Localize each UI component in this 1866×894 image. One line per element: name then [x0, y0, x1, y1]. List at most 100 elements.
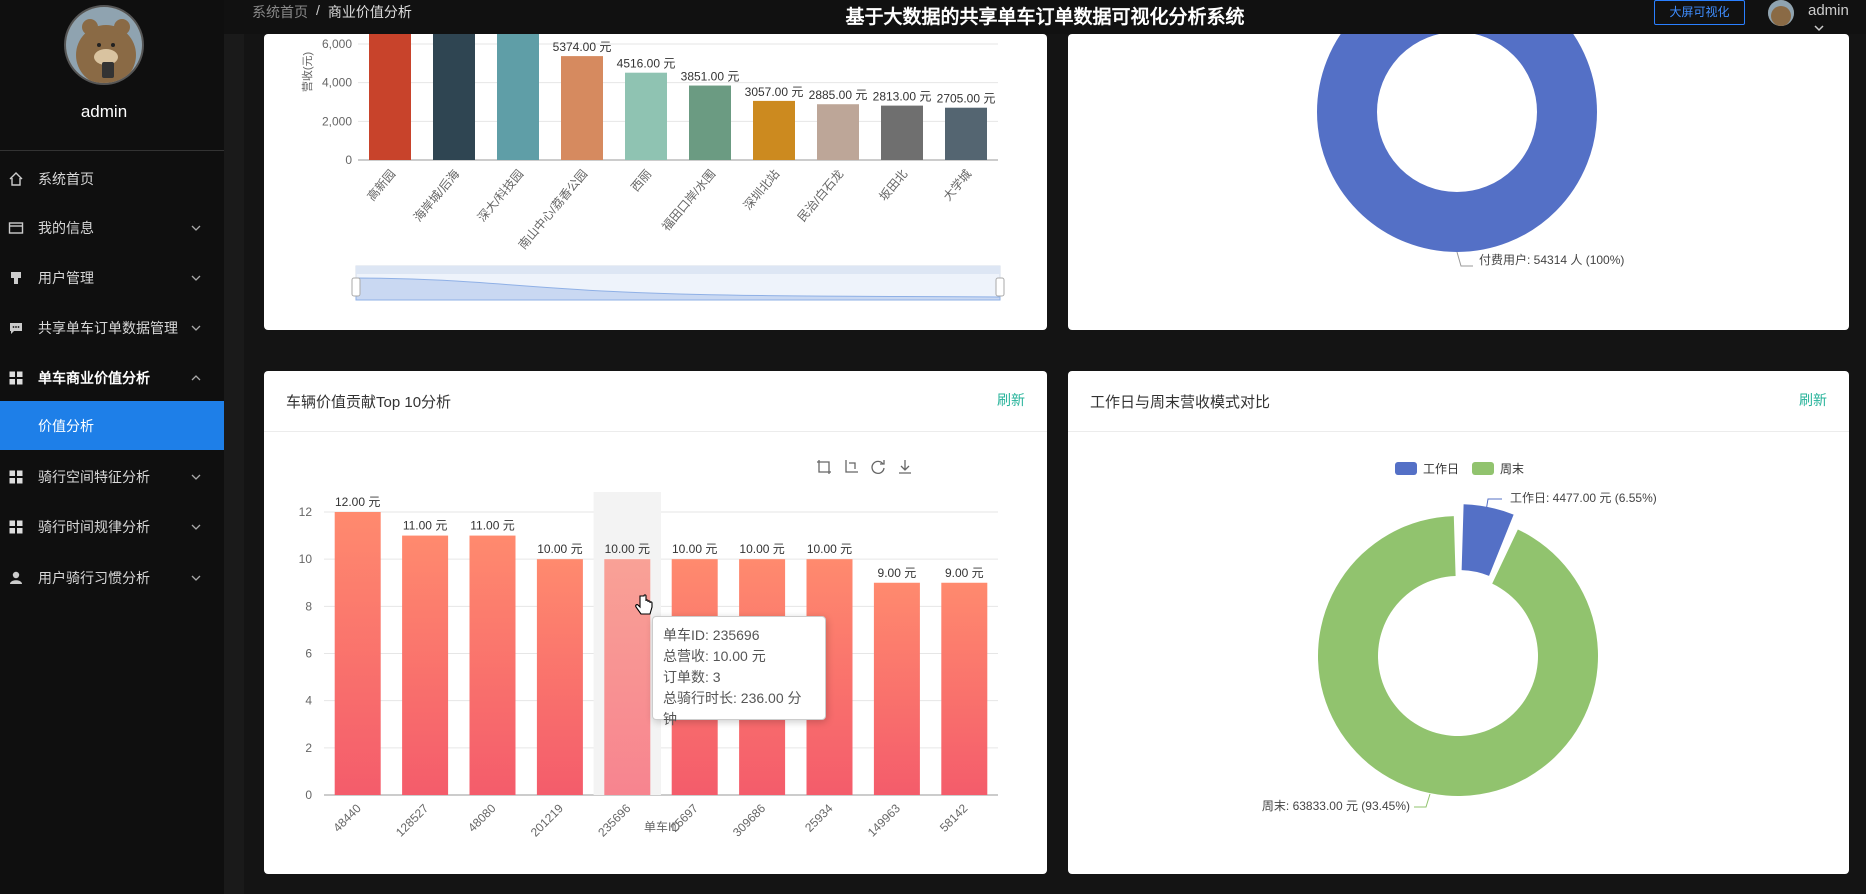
home-icon [8, 171, 24, 187]
data-label: 9.00 元 [878, 566, 917, 580]
x-tick-label: 58142 [937, 801, 971, 835]
donut [1317, 34, 1597, 252]
bar [334, 512, 381, 795]
bar [369, 34, 411, 160]
x-tick-label: 深大/科技园 [475, 167, 526, 225]
chevron-down-icon [190, 271, 202, 283]
bar [625, 72, 667, 160]
bigscreen-button[interactable]: 大屏可视化 [1654, 0, 1745, 25]
data-label: 5374.00 元 [553, 40, 612, 54]
x-tick-label: 25934 [802, 801, 836, 835]
sidebar-item-2[interactable]: 用户管理 [0, 253, 224, 303]
data-label: 10.00 元 [739, 542, 784, 556]
data-label: 3057.00 元 [745, 85, 804, 99]
sidebar-item-6[interactable]: 骑行空间特征分析 [0, 452, 224, 502]
restore-icon[interactable] [871, 460, 885, 474]
zoom-icon[interactable] [817, 460, 831, 474]
sidebar-item-label: 用户管理 [38, 270, 94, 286]
profile-icon [8, 220, 24, 236]
header-avatar[interactable] [1768, 0, 1794, 26]
x-tick-label: 高新园 [364, 166, 399, 203]
bar [881, 105, 923, 160]
sidebar-item-7[interactable]: 骑行时间规律分析 [0, 502, 224, 552]
user-manage-icon [8, 270, 24, 286]
legend-label: 工作日 [1423, 462, 1459, 476]
weekday-weekend-chart: 工作日 周末工作日: 4477.00 元 (6.55%) 周末: 63833.00 … [1262, 462, 1657, 813]
bar [433, 34, 475, 160]
legend-label: 周末 [1500, 462, 1524, 476]
tooltip-line: 总营收: 10.00 元 [663, 648, 766, 664]
sidebar-item-4[interactable]: 单车商业价值分析 [0, 353, 224, 403]
y-tick-label: 0 [305, 788, 312, 802]
chevron-down-icon [190, 520, 202, 532]
data-label: 11.00 元 [470, 519, 514, 533]
avatar[interactable] [64, 5, 144, 85]
weekday-weekend-card: 工作日与周末营收模式对比 刷新 工作日 周末 工作日: 4477.00 元 (6.5… [1068, 371, 1849, 874]
data-label: 10.00 元 [672, 542, 717, 556]
sidebar-item-5[interactable]: 价值分析 [0, 401, 224, 450]
data-label: 4516.00 元 [617, 57, 676, 71]
label-line [1414, 793, 1431, 808]
y-tick-label: 2 [305, 741, 312, 755]
datazoom-left-handle [351, 277, 361, 297]
x-tick-label: 民治/白石龙 [794, 166, 846, 224]
data-label: 3851.00 元 [681, 70, 740, 84]
grid-icon [8, 519, 24, 535]
page-title: 基于大数据的共享单车订单数据可视化分析系统 [845, 7, 1245, 28]
sidebar-item-1[interactable]: 我的信息 [0, 203, 224, 253]
data-label: 12.00 元 [335, 495, 380, 509]
chevron-up-icon [190, 371, 202, 383]
data-label: 11.00 元 [403, 519, 447, 533]
slice-label: 付费用户: 54314 人 (100%) [1479, 252, 1624, 267]
x-tick-label: 149963 [865, 801, 903, 839]
x-tick-label: 海岸城/后海 [410, 166, 462, 224]
datazoom-handle-bar [356, 266, 1000, 274]
x-tick-label: 西丽 [628, 167, 654, 194]
x-tick-label: 大学城 [940, 166, 975, 203]
chart-tooltip: 单车ID: 235696 总营收: 10.00 元 订单数: 3 总骑行时长: … [652, 616, 826, 727]
sidebar: admin 系统首页我的信息用户管理共享单车订单数据管理单车商业价值分析价值分析… [0, 0, 224, 894]
slice-label: 工作日: 4477.00 元 (6.55%) [1510, 491, 1657, 505]
sidebar-item-0[interactable]: 系统首页 [0, 154, 224, 204]
slice-label: 周末: 63833.00 元 (93.45%) [1262, 799, 1410, 813]
legend-swatch [1395, 462, 1417, 475]
x-tick-label: 309686 [730, 801, 768, 839]
sidebar-item-label: 骑行时间规律分析 [38, 519, 150, 535]
data-label: 2885.00 元 [809, 88, 868, 102]
bar [469, 535, 516, 795]
chevron-down-icon [190, 470, 202, 482]
chevron-down-icon [1814, 25, 1824, 32]
y-tick-label: 2,000 [322, 114, 352, 128]
sidebar-divider [0, 150, 224, 151]
region-revenue-chart: 0 2,000 4,000 6,000 营收(元) 高新园 海岸城/后海 深大/科技园 5374… [300, 34, 1005, 301]
header-username-label: admin [1808, 2, 1849, 19]
tooltip-line: 订单数: 3 [663, 669, 721, 685]
header-username[interactable]: admin [1808, 2, 1866, 36]
zoom-reset-icon[interactable] [845, 460, 858, 473]
grid-icon [8, 469, 24, 485]
y-tick-label: 8 [305, 599, 312, 613]
download-icon[interactable] [899, 460, 911, 474]
bar [497, 34, 539, 160]
sidebar-item-label: 单车商业价值分析 [38, 370, 150, 386]
bar [689, 85, 731, 160]
x-tick-label: 南山中心/荔香公园 [515, 166, 590, 252]
header: 系统首页 / 商业价值分析 基于大数据的共享单车订单数据可视化分析系统 大屏可视… [224, 0, 1866, 34]
x-tick-label: 235696 [595, 801, 633, 839]
sidebar-item-label: 我的信息 [38, 220, 94, 236]
x-tick-label: 福田口岸/水围 [658, 166, 718, 233]
sidebar-item-3[interactable]: 共享单车订单数据管理 [0, 303, 224, 353]
message-icon [8, 320, 24, 336]
bar [561, 56, 603, 160]
hand-cursor-icon [635, 594, 653, 615]
sidebar-username: admin [80, 102, 128, 121]
bar [945, 107, 987, 160]
x-tick-label: 坂田北 [876, 167, 910, 204]
tooltip-line: 单车ID: 235696 [663, 627, 760, 643]
chevron-down-icon [190, 321, 202, 333]
sidebar-item-8[interactable]: 用户骑行习惯分析 [0, 553, 224, 603]
sidebar-item-label: 骑行空间特征分析 [38, 469, 150, 485]
donut-slice [1317, 34, 1597, 252]
paid-users-card: 付费用户: 54314 人 (100%) [1068, 34, 1849, 330]
chevron-down-icon [190, 571, 202, 583]
